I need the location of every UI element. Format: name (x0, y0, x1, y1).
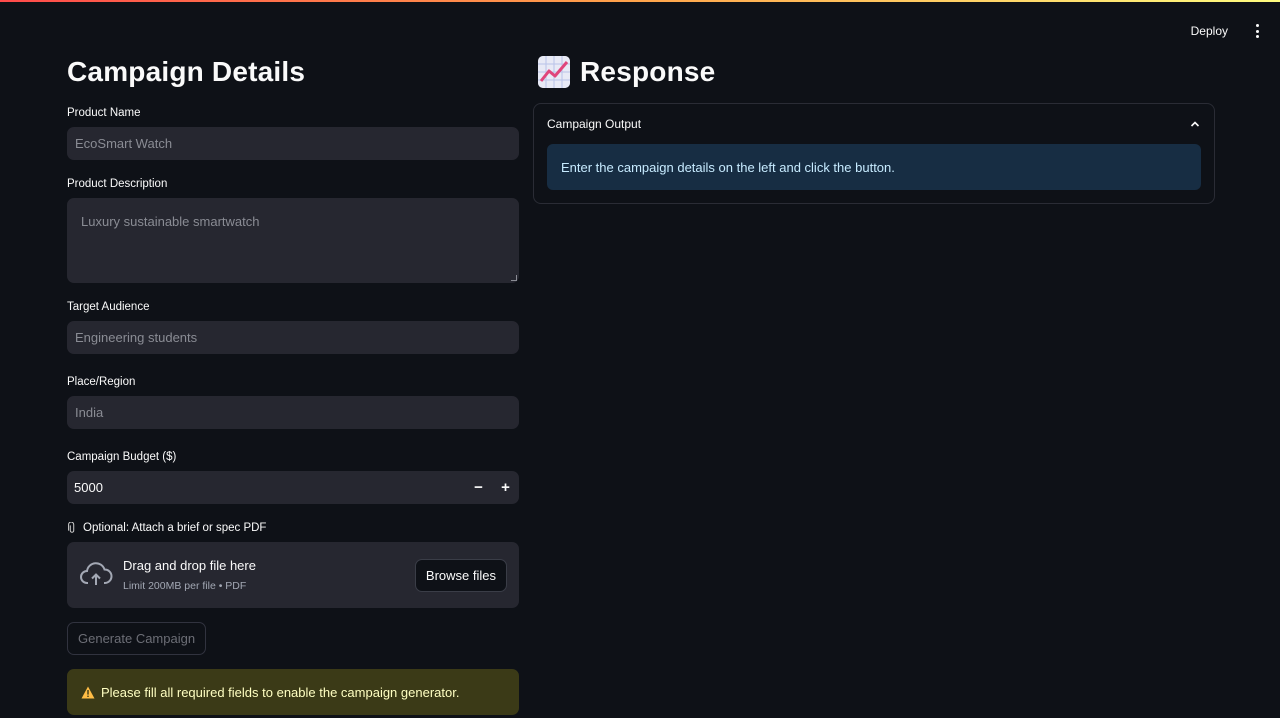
browse-files-button[interactable]: Browse files (414, 558, 507, 592)
warning-alert: Please fill all required fields to enabl… (67, 669, 519, 715)
place-region-input[interactable]: India (67, 396, 519, 429)
file-dropzone[interactable]: Drag and drop file here Limit 200MB per … (67, 542, 519, 608)
chevron-up-icon[interactable] (1189, 118, 1201, 130)
budget-number-input[interactable]: 5000 − + (67, 471, 519, 504)
budget-value: 5000 (74, 480, 103, 495)
cloud-upload-icon (80, 562, 113, 585)
campaign-output-expander: Campaign Output Enter the campaign detai… (533, 103, 1215, 204)
target-audience-placeholder: Engineering students (75, 330, 198, 345)
product-name-label: Product Name (67, 107, 141, 119)
upload-label-text: Optional: Attach a brief or spec PDF (83, 522, 267, 534)
chart-increasing-icon (538, 56, 570, 88)
warning-icon (81, 686, 95, 698)
budget-label: Campaign Budget ($) (67, 451, 177, 463)
app-header: Deploy (1191, 20, 1264, 42)
info-alert: Enter the campaign details on the left a… (547, 144, 1201, 190)
product-name-placeholder: EcoSmart Watch (75, 136, 173, 151)
campaign-details-column: Campaign Details Product Name EcoSmart W… (67, 52, 519, 715)
info-text: Enter the campaign details on the left a… (561, 159, 895, 175)
paperclip-icon (68, 522, 75, 533)
decrement-button[interactable]: − (465, 471, 492, 504)
place-region-label: Place/Region (67, 376, 136, 388)
dropzone-text: Drag and drop file here Limit 200MB per … (123, 557, 415, 594)
budget-stepper: − + (465, 471, 519, 504)
product-description-textarea[interactable]: Luxury sustainable smartwatch (67, 198, 519, 283)
page-title: Campaign Details (67, 56, 306, 87)
deploy-button[interactable]: Deploy (1191, 24, 1228, 38)
target-audience-input[interactable]: Engineering students (67, 321, 519, 354)
upload-label: Optional: Attach a brief or spec PDF (67, 519, 519, 537)
resize-grip-icon[interactable] (511, 275, 517, 281)
product-name-input[interactable]: EcoSmart Watch (67, 127, 519, 160)
drop-instruction: Drag and drop file here (123, 557, 256, 573)
generate-campaign-button[interactable]: Generate Campaign (67, 622, 207, 655)
expander-header[interactable]: Campaign Output (547, 104, 1201, 144)
target-audience-label: Target Audience (67, 301, 150, 313)
response-column: Response Campaign Output Enter the campa… (533, 52, 1215, 204)
expander-title: Campaign Output (547, 117, 642, 131)
place-region-placeholder: India (75, 405, 104, 420)
kebab-menu-icon[interactable] (1250, 21, 1264, 41)
product-description-label: Product Description (67, 178, 168, 190)
response-header: Response (533, 52, 1215, 92)
product-description-placeholder: Luxury sustainable smartwatch (81, 214, 260, 229)
warning-text: Please fill all required fields to enabl… (101, 684, 460, 700)
file-limit-text: Limit 200MB per file • PDF (123, 579, 247, 592)
increment-button[interactable]: + (492, 471, 519, 504)
top-decoration-bar (0, 0, 1280, 2)
response-title: Response (580, 56, 716, 87)
